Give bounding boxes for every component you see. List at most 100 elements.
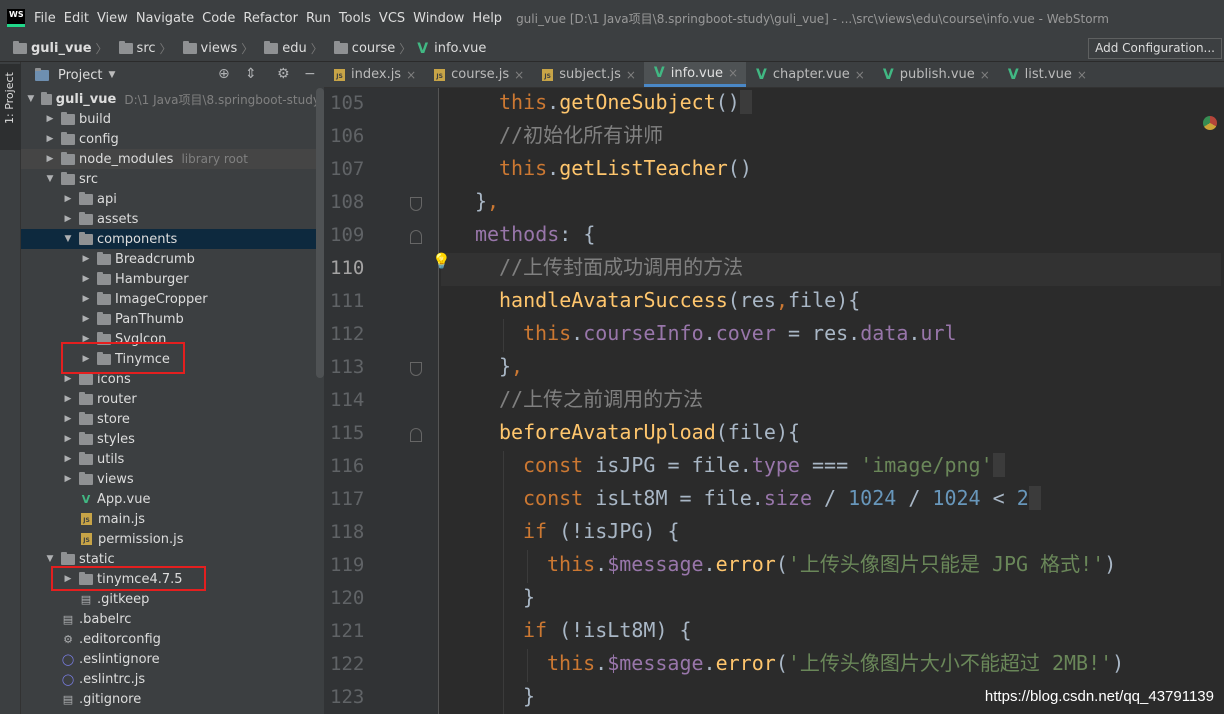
editor-tab-publish-vue[interactable]: Vpublish.vue ×	[873, 62, 998, 87]
indent-guide	[503, 451, 504, 484]
expanded-arrow-icon[interactable]: ▼	[44, 174, 56, 184]
collapsed-arrow-icon[interactable]: ▶	[62, 374, 74, 384]
tree-item[interactable]: V App.vue	[21, 489, 324, 509]
tree-item[interactable]: ▶ store	[21, 409, 324, 429]
menu-run[interactable]: Run	[306, 11, 331, 26]
tree-item[interactable]: ◯ .eslintignore	[21, 649, 324, 669]
collapsed-arrow-icon[interactable]: ▶	[80, 294, 92, 304]
close-icon[interactable]: ×	[855, 68, 865, 82]
close-icon[interactable]: ×	[626, 68, 636, 82]
breadcrumb-item[interactable]: edu	[259, 41, 307, 56]
minimize-icon[interactable]: −	[304, 67, 316, 81]
close-icon[interactable]: ×	[406, 68, 416, 82]
tree-item[interactable]: ▶ api	[21, 189, 324, 209]
tree-item-label: router	[97, 391, 137, 407]
tree-item[interactable]: ▤ .gitignore	[21, 689, 324, 709]
collapsed-arrow-icon[interactable]: ▶	[62, 394, 74, 404]
menu-tools[interactable]: Tools	[339, 11, 371, 26]
tree-item[interactable]: ▶ styles	[21, 429, 324, 449]
collapsed-arrow-icon[interactable]: ▶	[44, 134, 56, 144]
project-tool-tab[interactable]: 1: Project	[0, 64, 21, 150]
menu-edit[interactable]: Edit	[64, 11, 89, 26]
tree-item[interactable]: ▶ config	[21, 129, 324, 149]
breadcrumb-item[interactable]: Vinfo.vue	[417, 41, 486, 57]
project-panel-scrollbar[interactable]	[316, 88, 324, 378]
menu-help[interactable]: Help	[472, 11, 502, 26]
lightbulb-icon[interactable]: 💡	[432, 252, 451, 270]
code-line: this.$message.error('上传头像图片只能是 JPG 格式!')	[441, 550, 1221, 583]
add-configuration-button[interactable]: Add Configuration...	[1088, 38, 1222, 59]
collapsed-arrow-icon[interactable]: ▶	[62, 454, 74, 464]
breadcrumb-item[interactable]: course	[329, 41, 395, 56]
breadcrumb-item[interactable]: src	[114, 41, 156, 56]
expanded-arrow-icon[interactable]: ▼	[44, 554, 56, 564]
tree-item[interactable]: ▶ router	[21, 389, 324, 409]
tree-item[interactable]: ▶ node_modules library root	[21, 149, 324, 169]
tree-item[interactable]: ▤ .gitkeep	[21, 589, 324, 609]
editor-tab-course-js[interactable]: JS course.js ×	[424, 62, 532, 87]
gear-icon[interactable]: ⚙	[277, 67, 290, 81]
expanded-arrow-icon[interactable]: ▼	[26, 94, 36, 104]
chevron-right-icon: 〉	[159, 42, 172, 56]
tree-item[interactable]: ⚙ .editorconfig	[21, 629, 324, 649]
collapsed-arrow-icon[interactable]: ▶	[62, 434, 74, 444]
editor-tab-subject-js[interactable]: JS subject.js ×	[532, 62, 644, 87]
tree-item-label: guli_vue	[55, 91, 117, 107]
close-icon[interactable]: ×	[980, 68, 990, 82]
tree-item[interactable]: ▤ .babelrc	[21, 609, 324, 629]
locate-icon[interactable]: ⊕	[218, 67, 230, 81]
tree-item[interactable]: ▼ guli_vue D:\1 Java项目\8.springboot-study\…	[21, 89, 324, 109]
collapsed-arrow-icon[interactable]: ▶	[44, 154, 56, 164]
tree-item[interactable]: ▶ build	[21, 109, 324, 129]
fold-close-icon[interactable]	[410, 197, 422, 211]
editor-tab-index-js[interactable]: JS index.js ×	[324, 62, 424, 87]
tree-item[interactable]: ▶ views	[21, 469, 324, 489]
editor-tab-info-vue[interactable]: Vinfo.vue ×	[643, 62, 747, 87]
tree-item[interactable]: ▶ assets	[21, 209, 324, 229]
tree-item[interactable]: ▶ utils	[21, 449, 324, 469]
close-icon[interactable]: ×	[514, 68, 524, 82]
tree-item[interactable]: JS permission.js	[21, 529, 324, 549]
menu-file[interactable]: File	[34, 11, 56, 26]
editor-tab-list-vue[interactable]: Vlist.vue ×	[998, 62, 1095, 87]
menu-view[interactable]: View	[97, 11, 128, 26]
collapsed-arrow-icon[interactable]: ▶	[80, 314, 92, 324]
chevron-right-icon: 〉	[399, 42, 412, 56]
tree-item-label: .babelrc	[79, 611, 132, 627]
line-number: 116	[330, 455, 365, 477]
collapsed-arrow-icon[interactable]: ▶	[62, 214, 74, 224]
close-icon[interactable]: ×	[1077, 68, 1087, 82]
menu-vcs[interactable]: VCS	[379, 11, 405, 26]
collapsed-arrow-icon[interactable]: ▶	[62, 414, 74, 424]
expanded-arrow-icon[interactable]: ▼	[62, 234, 74, 244]
collapsed-arrow-icon[interactable]: ▶	[80, 274, 92, 284]
project-view-selector[interactable]: Project	[58, 68, 102, 83]
folder-icon	[97, 271, 111, 285]
fold-open-icon[interactable]	[410, 428, 422, 442]
breadcrumb-item[interactable]: guli_vue	[8, 41, 92, 56]
tree-item[interactable]: ▼ components	[21, 229, 324, 249]
tree-item[interactable]: ▶ ImageCropper	[21, 289, 324, 309]
collapsed-arrow-icon[interactable]: ▶	[62, 474, 74, 484]
collapsed-arrow-icon[interactable]: ▶	[80, 254, 92, 264]
menu-window[interactable]: Window	[413, 11, 464, 26]
collapsed-arrow-icon[interactable]: ▶	[44, 114, 56, 124]
chrome-browser-icon[interactable]	[1203, 116, 1217, 130]
menu-navigate[interactable]: Navigate	[136, 11, 194, 26]
tree-item[interactable]: ▶ PanThumb	[21, 309, 324, 329]
chevron-down-icon[interactable]: ▼	[108, 70, 115, 80]
editor-tab-chapter-vue[interactable]: Vchapter.vue ×	[746, 62, 873, 87]
collapsed-arrow-icon[interactable]: ▶	[62, 194, 74, 204]
close-icon[interactable]: ×	[728, 66, 738, 80]
tree-item[interactable]: ◯ .eslintrc.js	[21, 669, 324, 689]
tree-item[interactable]: JS main.js	[21, 509, 324, 529]
fold-open-icon[interactable]	[410, 230, 422, 244]
tree-item[interactable]: ▶ Hamburger	[21, 269, 324, 289]
menu-refactor[interactable]: Refactor	[243, 11, 298, 26]
collapse-all-icon[interactable]: ⇕	[245, 67, 257, 81]
menu-code[interactable]: Code	[202, 11, 235, 26]
breadcrumb-item[interactable]: views	[178, 41, 237, 56]
tree-item[interactable]: ▼ src	[21, 169, 324, 189]
fold-close-icon[interactable]	[410, 362, 422, 376]
tree-item[interactable]: ▶ Breadcrumb	[21, 249, 324, 269]
